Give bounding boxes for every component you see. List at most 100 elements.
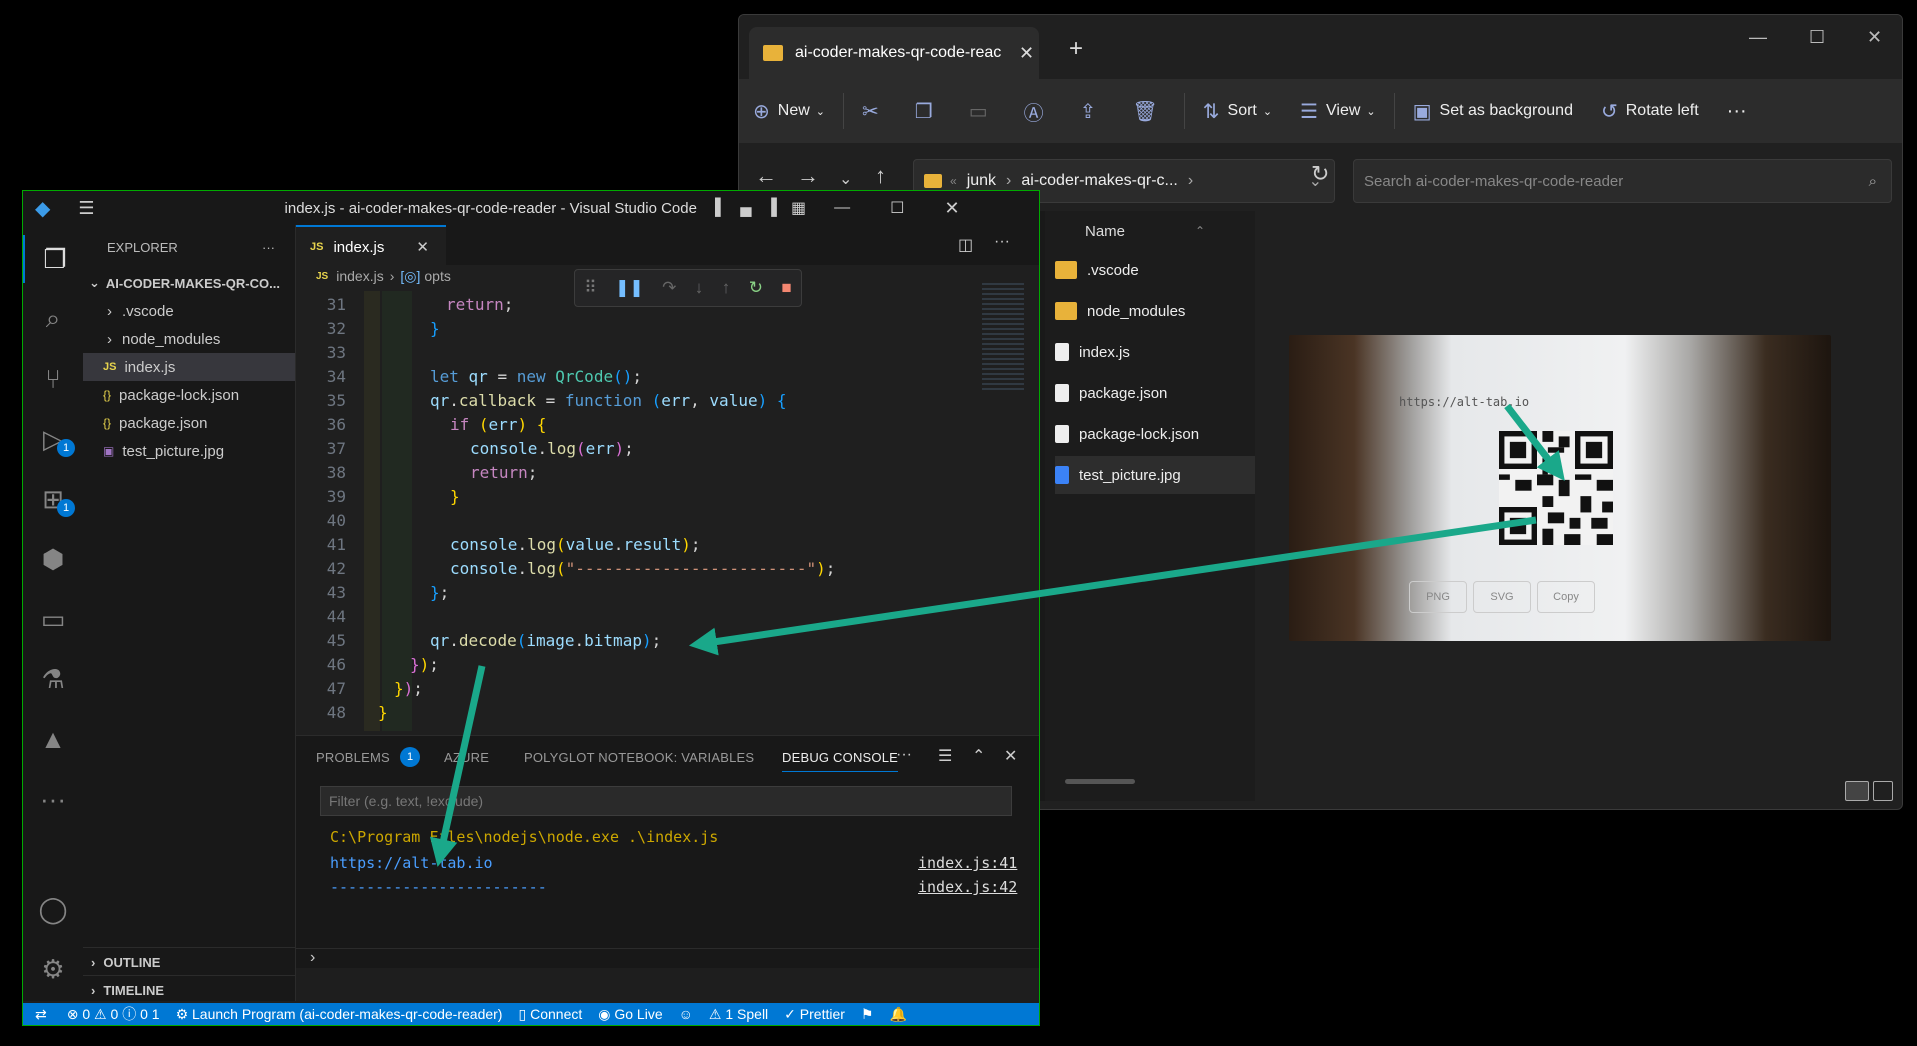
search-icon[interactable]: ⌕ bbox=[23, 295, 83, 343]
outline-section[interactable]: › OUTLINE bbox=[83, 947, 295, 976]
accounts-icon[interactable]: ◯ bbox=[23, 885, 83, 933]
back-icon[interactable]: ← bbox=[755, 163, 777, 189]
delete-button[interactable]: 🗑 bbox=[1118, 91, 1179, 131]
details-view-icon[interactable] bbox=[1845, 781, 1869, 801]
tiles-view-icon[interactable] bbox=[1873, 781, 1893, 801]
go-live-button[interactable]: ◉ Go Live bbox=[598, 1006, 662, 1023]
remote-explorer-icon[interactable]: ▭ bbox=[23, 595, 83, 643]
more-options-button[interactable]: ··· bbox=[1713, 91, 1761, 131]
source-link[interactable]: index.js:42 bbox=[918, 878, 1017, 896]
tab-problems[interactable]: PROBLEMS bbox=[316, 750, 390, 765]
split-editor-icon[interactable]: ◫ bbox=[958, 235, 973, 255]
toggle-sidebar-icon[interactable]: ▌ bbox=[715, 199, 726, 217]
problems-status[interactable]: ⊗ 0 ⚠ 0 ⓘ 0 1 bbox=[67, 1004, 160, 1024]
source-control-icon[interactable]: ⑂ bbox=[23, 355, 83, 403]
customize-layout-icon[interactable]: ▦ bbox=[791, 198, 806, 218]
list-item[interactable]: .vscode bbox=[1055, 251, 1285, 289]
new-button[interactable]: ⊕ New ⌄ bbox=[739, 91, 839, 131]
remote-indicator-icon[interactable]: ⇄ bbox=[35, 1006, 47, 1023]
toggle-secondary-sidebar-icon[interactable]: ▐ bbox=[766, 199, 777, 217]
console-filter-input[interactable]: Filter (e.g. text, !exclude) bbox=[320, 786, 1012, 816]
recent-locations-icon[interactable]: ⌄ bbox=[839, 169, 852, 189]
breadcrumb-folder[interactable]: ai-coder-makes-qr-c... bbox=[1021, 172, 1177, 190]
maximize-icon[interactable]: ☐ bbox=[1809, 27, 1825, 48]
clear-console-icon[interactable]: ☰ bbox=[938, 746, 952, 766]
editor-tab-index-js[interactable]: JS index.js ✕ bbox=[296, 225, 446, 267]
spell-status[interactable]: ⚠ 1 Spell bbox=[709, 1006, 768, 1023]
rename-button[interactable]: Ⓐ bbox=[1010, 91, 1066, 131]
testing-icon[interactable]: ⚗ bbox=[23, 655, 83, 703]
tab-polyglot-variables[interactable]: POLYGLOT NOTEBOOK: VARIABLES bbox=[524, 750, 754, 765]
hex-icon[interactable]: ⬢ bbox=[23, 535, 83, 583]
paste-button[interactable]: ▭ bbox=[955, 91, 1010, 131]
forward-icon[interactable]: → bbox=[797, 163, 819, 189]
explorer-icon[interactable]: ❐ bbox=[23, 235, 85, 283]
tree-item[interactable]: ▣ test_picture.jpg bbox=[83, 437, 295, 465]
project-folder[interactable]: ⌄ AI-CODER-MAKES-QR-CO... bbox=[83, 269, 295, 297]
more-icon[interactable]: ··· bbox=[23, 775, 83, 823]
up-icon[interactable]: ↑ bbox=[875, 163, 886, 189]
sort-button[interactable]: ⇅ Sort ⌄ bbox=[1189, 91, 1286, 131]
tab-debug-console[interactable]: DEBUG CONSOLE bbox=[782, 750, 899, 772]
explorer-tab[interactable]: ai-coder-makes-qr-code-reac ✕ bbox=[749, 27, 1039, 79]
toggle-panel-icon[interactable]: ▄ bbox=[740, 199, 751, 217]
maximize-icon[interactable]: ☐ bbox=[890, 198, 904, 218]
list-item[interactable]: package.json bbox=[1055, 374, 1285, 412]
settings-gear-icon[interactable]: ⚙ bbox=[23, 945, 83, 993]
tree-item-selected[interactable]: JS index.js bbox=[83, 353, 295, 381]
close-window-icon[interactable]: ✕ bbox=[1867, 27, 1882, 48]
minimap[interactable] bbox=[982, 283, 1024, 393]
run-debug-icon[interactable]: ▷ 1 bbox=[23, 415, 83, 463]
tree-item[interactable]: › .vscode bbox=[83, 297, 295, 325]
new-tab-icon[interactable]: + bbox=[1069, 35, 1083, 63]
maximize-panel-icon[interactable]: ⌃ bbox=[972, 746, 985, 766]
overflow-icon: « bbox=[950, 174, 957, 188]
copilot-icon[interactable]: ☺ bbox=[679, 1006, 693, 1022]
menu-icon[interactable]: ☰ bbox=[78, 198, 94, 219]
connect-status[interactable]: ▯ Connect bbox=[518, 1006, 582, 1023]
feedback-icon[interactable]: ⚑ bbox=[861, 1006, 874, 1023]
notifications-bell-icon[interactable]: 🔔 bbox=[889, 1006, 906, 1023]
minimize-icon[interactable]: — bbox=[834, 199, 850, 217]
list-item[interactable]: package-lock.json bbox=[1055, 415, 1285, 453]
tree-item[interactable]: {} package-lock.json bbox=[83, 381, 295, 409]
source-link[interactable]: index.js:41 bbox=[918, 854, 1017, 872]
close-panel-icon[interactable]: ✕ bbox=[1004, 746, 1017, 766]
rotate-left-button[interactable]: ↺ Rotate left bbox=[1587, 91, 1713, 131]
view-button[interactable]: ☰ View ⌄ bbox=[1286, 91, 1390, 131]
more-actions-icon[interactable]: ··· bbox=[896, 746, 912, 764]
share-button[interactable]: ⇪ bbox=[1066, 91, 1119, 131]
horizontal-scrollbar[interactable] bbox=[1065, 779, 1135, 784]
breadcrumb-junk[interactable]: junk bbox=[967, 172, 996, 190]
cut-button[interactable]: ✂ bbox=[848, 91, 901, 131]
vscode-logo-icon: ◆ bbox=[35, 197, 51, 220]
more-actions-icon[interactable]: ··· bbox=[262, 240, 275, 255]
console-command-line: C:\Program Files\nodejs\node.exe .\index… bbox=[330, 828, 719, 846]
set-as-background-button[interactable]: ▣ Set as background bbox=[1399, 91, 1587, 131]
list-item[interactable]: index.js bbox=[1055, 333, 1285, 371]
prettier-status[interactable]: ✓ Prettier bbox=[784, 1006, 845, 1023]
list-item[interactable]: node_modules bbox=[1055, 292, 1285, 330]
tree-item[interactable]: › node_modules bbox=[83, 325, 295, 353]
launch-program-status[interactable]: ⚙ Launch Program (ai-coder-makes-qr-code… bbox=[176, 1006, 503, 1023]
problems-count-badge: 1 bbox=[400, 747, 420, 767]
close-tab-icon[interactable]: ✕ bbox=[1019, 43, 1034, 64]
azure-icon[interactable]: ▲ bbox=[23, 715, 83, 763]
refresh-icon[interactable]: ↻ bbox=[1311, 161, 1329, 187]
close-window-icon[interactable]: ✕ bbox=[944, 198, 959, 219]
breadcrumb-file[interactable]: index.js bbox=[336, 268, 383, 284]
name-column-header[interactable]: Name ⌃ bbox=[1045, 211, 1255, 251]
timeline-section[interactable]: › TIMELINE bbox=[83, 975, 295, 1004]
tab-azure[interactable]: AZURE bbox=[444, 750, 489, 765]
close-tab-icon[interactable]: ✕ bbox=[416, 238, 429, 256]
extensions-icon[interactable]: ⊞ 1 bbox=[23, 475, 83, 523]
tree-item[interactable]: {} package.json bbox=[83, 409, 295, 437]
copy-button[interactable]: ❐ bbox=[901, 91, 955, 131]
more-actions-icon[interactable]: ··· bbox=[994, 233, 1010, 251]
minimize-icon[interactable]: — bbox=[1749, 27, 1767, 48]
breadcrumb-symbol[interactable]: opts bbox=[424, 268, 450, 284]
code-editor[interactable]: 31 return; 32} 33 34 let qr = new QrCode()… bbox=[296, 291, 976, 731]
editor-tabs: JS index.js ✕ ◫ ··· bbox=[296, 225, 1039, 267]
search-input[interactable]: Search ai-coder-makes-qr-code-reader ⌕ bbox=[1353, 159, 1892, 203]
console-input[interactable]: › bbox=[296, 948, 1039, 969]
